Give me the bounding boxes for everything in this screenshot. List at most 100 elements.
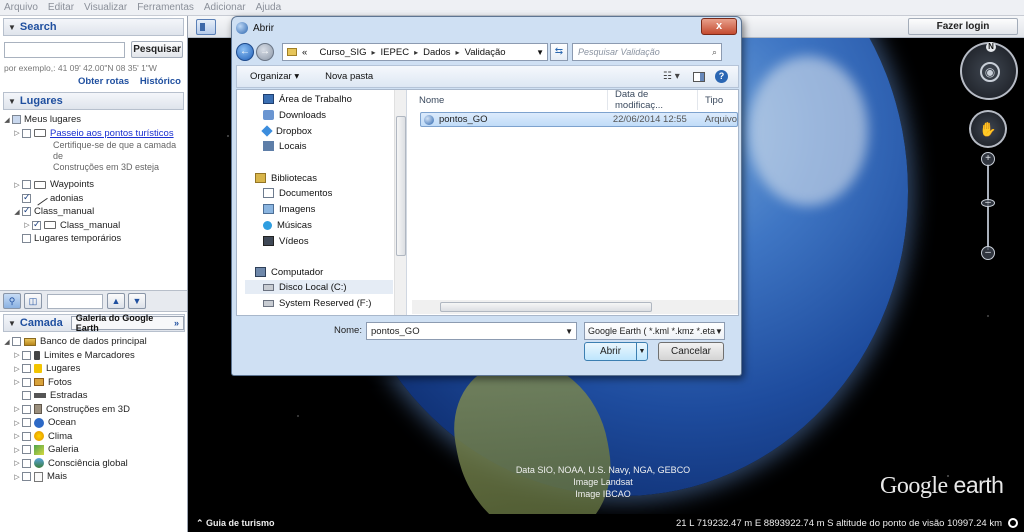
breadcrumb-item[interactable]: Curso_SIG bbox=[320, 47, 367, 58]
layers-panel-header[interactable]: ▼ Camada Galeria do Google Earth » bbox=[3, 313, 185, 333]
breadcrumb-overflow[interactable]: « bbox=[302, 47, 307, 58]
open-dropdown-icon[interactable]: ▼ bbox=[636, 343, 647, 360]
address-bar[interactable]: « Curso_SIG ▸ IEPEC ▸ Dados ▸ Validação … bbox=[282, 43, 548, 61]
tree-item-temporary[interactable]: Lugares temporários bbox=[2, 232, 187, 246]
breadcrumb-separator-icon[interactable]: ▸ bbox=[414, 48, 418, 57]
menu-arquivo[interactable]: Arquivo bbox=[4, 2, 38, 13]
history-link[interactable]: Histórico bbox=[140, 76, 181, 87]
checkbox[interactable] bbox=[22, 128, 31, 138]
checkbox[interactable] bbox=[22, 377, 31, 387]
tree-item-class-manual-child[interactable]: ▷ Class_manual bbox=[2, 219, 187, 233]
help-icon[interactable]: ? bbox=[715, 70, 728, 83]
layer-item[interactable]: ▷ Clima bbox=[2, 430, 187, 444]
nav-item-dropbox[interactable]: Dropbox bbox=[261, 124, 312, 138]
tree-item-label[interactable]: Passeio aos pontos turísticos bbox=[50, 128, 174, 139]
dialog-search-input[interactable]: Pesquisar Validação ⌕ bbox=[572, 43, 722, 61]
layer-item[interactable]: ▷ Construções em 3D bbox=[2, 403, 187, 417]
scroll-thumb[interactable] bbox=[396, 116, 406, 256]
checkbox[interactable] bbox=[22, 445, 31, 455]
nav-item-pictures[interactable]: Imagens bbox=[263, 202, 315, 216]
layer-item[interactable]: ◢ Banco de dados principal bbox=[2, 335, 187, 349]
open-button[interactable]: Abrir ▼ bbox=[584, 342, 648, 361]
dropdown-arrow-icon[interactable]: ▼ bbox=[536, 48, 544, 57]
checkbox[interactable] bbox=[22, 418, 31, 428]
tree-item-tour[interactable]: ▷ Passeio aos pontos turísticos bbox=[2, 127, 187, 141]
cancel-button[interactable]: Cancelar bbox=[658, 342, 724, 361]
dropdown-arrow-icon[interactable]: ▼ bbox=[715, 327, 723, 336]
move-down-icon[interactable]: ▼ bbox=[128, 293, 146, 309]
menu-editar[interactable]: Editar bbox=[48, 2, 74, 13]
nav-item-music[interactable]: Músicas bbox=[263, 218, 312, 232]
menu-visualizar[interactable]: Visualizar bbox=[84, 2, 127, 13]
dialog-titlebar[interactable]: Abrir bbox=[232, 17, 741, 39]
file-row[interactable]: pontos_GO 22/06/2014 12:55 Arquivo bbox=[420, 112, 738, 127]
expand-icon[interactable]: ▷ bbox=[12, 129, 22, 137]
tree-item-class-manual[interactable]: ◢ Class_manual bbox=[2, 205, 187, 219]
checkbox[interactable] bbox=[22, 180, 31, 190]
layer-item[interactable]: ▷ Lugares bbox=[2, 362, 187, 376]
nav-item-places[interactable]: Locais bbox=[263, 139, 306, 153]
filename-input[interactable]: pontos_GO ▼ bbox=[366, 322, 577, 340]
search-panel-header[interactable]: ▼ Search bbox=[3, 18, 184, 36]
forward-arrow-icon[interactable]: → bbox=[256, 43, 274, 61]
nav-item-desktop[interactable]: Área de Trabalho bbox=[263, 92, 352, 106]
checkbox[interactable] bbox=[22, 364, 31, 374]
organize-menu[interactable]: Organizar ▾ bbox=[250, 71, 299, 82]
checkbox[interactable] bbox=[12, 337, 21, 347]
zoom-in-icon[interactable]: + bbox=[981, 152, 995, 166]
checkbox[interactable] bbox=[22, 350, 31, 360]
layer-item[interactable]: ▷ Galeria bbox=[2, 443, 187, 457]
file-hscrollbar[interactable] bbox=[412, 300, 738, 314]
checkbox[interactable] bbox=[22, 205, 31, 217]
move-up-icon[interactable]: ▲ bbox=[107, 293, 125, 309]
breadcrumb-item[interactable]: Dados bbox=[423, 47, 450, 58]
checkbox[interactable] bbox=[22, 472, 31, 482]
search-input[interactable] bbox=[4, 41, 126, 58]
menu-adicionar[interactable]: Adicionar bbox=[204, 2, 246, 13]
zoom-slider[interactable]: + – – bbox=[981, 152, 995, 262]
nav-item-downloads[interactable]: Downloads bbox=[263, 108, 326, 122]
expand-icon[interactable]: ◢ bbox=[2, 116, 12, 124]
search-icon[interactable]: ⚲ bbox=[3, 293, 21, 309]
nav-item-libraries[interactable]: Bibliotecas bbox=[255, 171, 317, 185]
scroll-thumb[interactable] bbox=[440, 302, 652, 312]
preview-pane-icon[interactable] bbox=[693, 71, 705, 82]
checkbox[interactable] bbox=[22, 404, 31, 414]
column-name[interactable]: Nome bbox=[412, 90, 608, 110]
nav-item-system-reserved[interactable]: System Reserved (F:) bbox=[263, 296, 371, 310]
search-icon[interactable]: ⌕ bbox=[712, 47, 717, 58]
look-around-icon[interactable]: ◉ bbox=[980, 62, 1000, 82]
checkbox[interactable] bbox=[22, 431, 31, 441]
dropdown-arrow-icon[interactable]: ▼ bbox=[565, 327, 573, 336]
column-modified[interactable]: Data de modificaç... bbox=[608, 89, 698, 111]
nav-item-computer[interactable]: Computador bbox=[255, 265, 323, 279]
expand-icon[interactable]: ▷ bbox=[12, 181, 22, 189]
refresh-icon[interactable]: ⇆ bbox=[550, 43, 568, 61]
login-button[interactable]: Fazer login bbox=[908, 18, 1018, 35]
filetype-select[interactable]: Google Earth ( *.kml *.kmz *.eta ▼ bbox=[584, 322, 725, 340]
layer-item[interactable]: Estradas bbox=[2, 389, 187, 403]
expand-icon[interactable]: ▷ bbox=[22, 221, 32, 229]
breadcrumb-separator-icon[interactable]: ▸ bbox=[372, 48, 376, 57]
expand-icon[interactable]: ◢ bbox=[12, 208, 22, 216]
layer-item[interactable]: ▷ Limites e Marcadores bbox=[2, 349, 187, 363]
tree-item-waypoints[interactable]: ▷ Waypoints bbox=[2, 178, 187, 192]
checkbox[interactable] bbox=[32, 219, 41, 230]
zoom-out-icon[interactable]: – bbox=[981, 246, 995, 260]
search-button[interactable]: Pesquisar bbox=[131, 41, 183, 58]
menu-ajuda[interactable]: Ajuda bbox=[256, 2, 282, 13]
zoom-thumb[interactable]: – bbox=[981, 198, 995, 208]
gallery-tab[interactable]: Galeria do Google Earth » bbox=[70, 313, 184, 333]
breadcrumb-separator-icon[interactable]: ▸ bbox=[456, 48, 460, 57]
back-arrow-icon[interactable]: ← bbox=[236, 43, 254, 61]
breadcrumb-item[interactable]: Validação bbox=[465, 47, 506, 58]
checkbox[interactable] bbox=[22, 234, 31, 244]
layer-item[interactable]: ▷ Consciência global bbox=[2, 457, 187, 471]
nav-item-local-disk[interactable]: Disco Local (C:) bbox=[245, 280, 393, 294]
layer-item[interactable]: ▷ Fotos bbox=[2, 376, 187, 390]
pan-hand-icon[interactable]: ✋ bbox=[969, 110, 1007, 148]
menu-ferramentas[interactable]: Ferramentas bbox=[137, 2, 194, 13]
checkbox[interactable] bbox=[22, 458, 31, 468]
nav-item-videos[interactable]: Vídeos bbox=[263, 234, 309, 248]
tree-item-adonias[interactable]: adonias bbox=[2, 190, 187, 206]
